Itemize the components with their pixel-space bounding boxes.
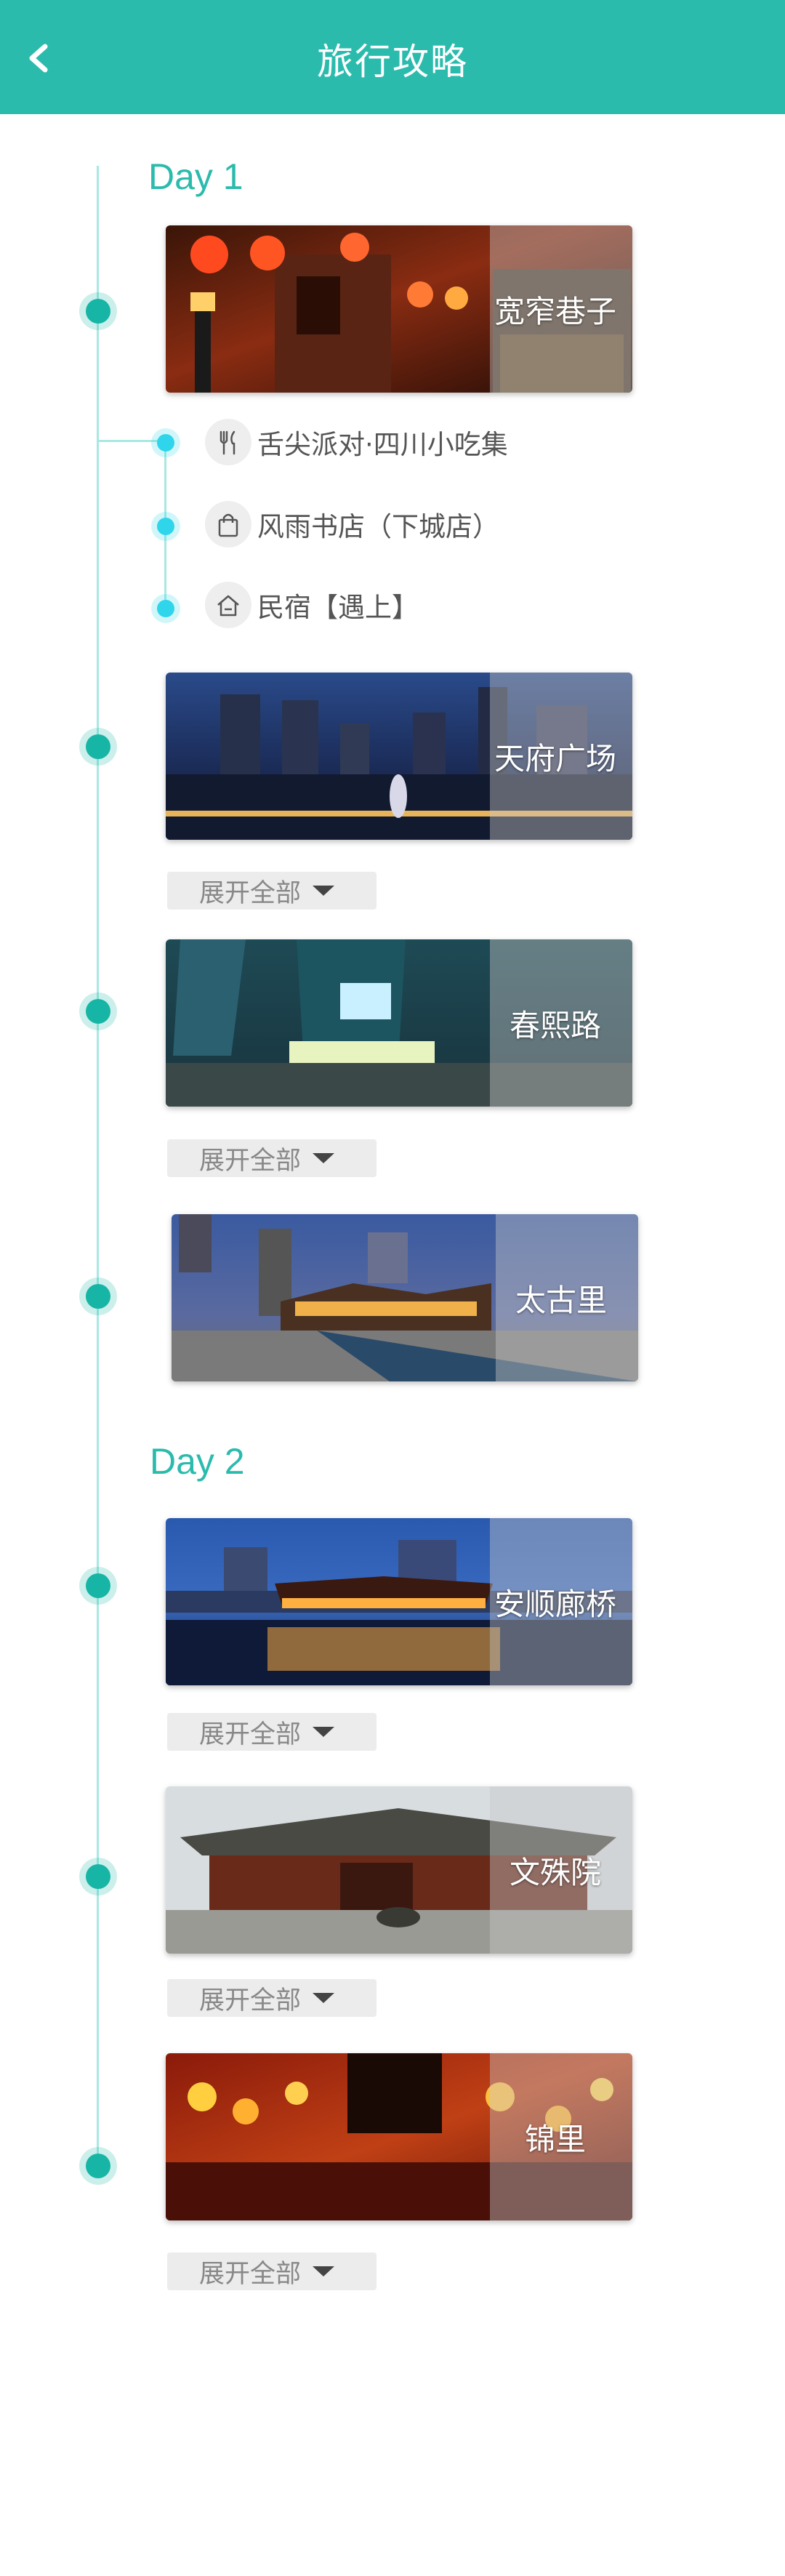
shopping-bag-icon (205, 501, 251, 547)
expand-label: 展开全部 (199, 1720, 302, 1749)
sub-timeline-dot (157, 518, 174, 535)
expand-label: 展开全部 (199, 2259, 302, 2289)
house-icon (205, 582, 251, 628)
sub-item-label: 民宿【遇上】 (257, 592, 419, 623)
spot-name: 春熙路 (509, 1007, 601, 1043)
timeline-dot (86, 1284, 110, 1309)
timeline-dot (86, 1573, 110, 1598)
expand-all-button[interactable]: 展开全部 (167, 1713, 377, 1751)
expand-all-button[interactable]: 展开全部 (167, 872, 377, 910)
expand-all-button[interactable]: 展开全部 (167, 1139, 377, 1177)
spot-name: 宽窄巷子 (494, 293, 616, 329)
spot-card[interactable]: 春熙路 (166, 939, 632, 1107)
sub-item[interactable]: 舌尖派对·四川小吃集 (205, 419, 508, 465)
spot-card[interactable]: 锦里 (166, 2053, 632, 2220)
spot-name: 太古里 (515, 1282, 607, 1318)
spot-card[interactable]: 宽窄巷子 (166, 225, 632, 393)
timeline-dot (86, 734, 110, 759)
page-title: 旅行攻略 (317, 41, 468, 83)
caret-down-icon (313, 2266, 335, 2276)
expand-label: 展开全部 (199, 1146, 302, 1176)
sub-item[interactable]: 风雨书店（下城店） (205, 501, 499, 547)
sub-timeline-dot (157, 434, 174, 452)
expand-label: 展开全部 (199, 878, 302, 908)
spot-name: 天府广场 (494, 740, 616, 777)
sub-item-label: 风雨书店（下城店） (257, 511, 499, 542)
timeline-line (97, 166, 99, 2162)
spot-card[interactable]: 天府广场 (166, 673, 632, 840)
spot-name: 文殊院 (509, 1854, 601, 1890)
caret-down-icon (313, 1727, 335, 1737)
spot-card[interactable]: 太古里 (172, 1214, 638, 1381)
day-label: Day 1 (148, 156, 243, 197)
header-bar: 旅行攻略 (0, 0, 785, 114)
fork-knife-icon (205, 419, 251, 465)
caret-down-icon (313, 1153, 335, 1163)
timeline-dot (86, 2154, 110, 2178)
caret-down-icon (313, 886, 335, 896)
day-label: Day 2 (150, 1441, 245, 1482)
spot-name: 安顺廊桥 (494, 1586, 616, 1622)
expand-all-button[interactable]: 展开全部 (167, 2252, 377, 2290)
expand-all-button[interactable]: 展开全部 (167, 1979, 377, 2017)
sub-item[interactable]: 民宿【遇上】 (205, 582, 419, 628)
spot-card[interactable]: 安顺廊桥 (166, 1518, 632, 1685)
timeline-dot (86, 1864, 110, 1889)
timeline-dot (86, 999, 110, 1024)
sub-item-label: 舌尖派对·四川小吃集 (257, 429, 508, 460)
spot-name: 锦里 (524, 2121, 586, 2157)
timeline-branch (99, 440, 166, 442)
timeline-dot (86, 299, 110, 324)
sub-timeline-dot (157, 600, 174, 617)
expand-label: 展开全部 (199, 1986, 302, 2015)
spot-card[interactable]: 文殊院 (166, 1786, 632, 1954)
caret-down-icon (313, 1993, 335, 2003)
